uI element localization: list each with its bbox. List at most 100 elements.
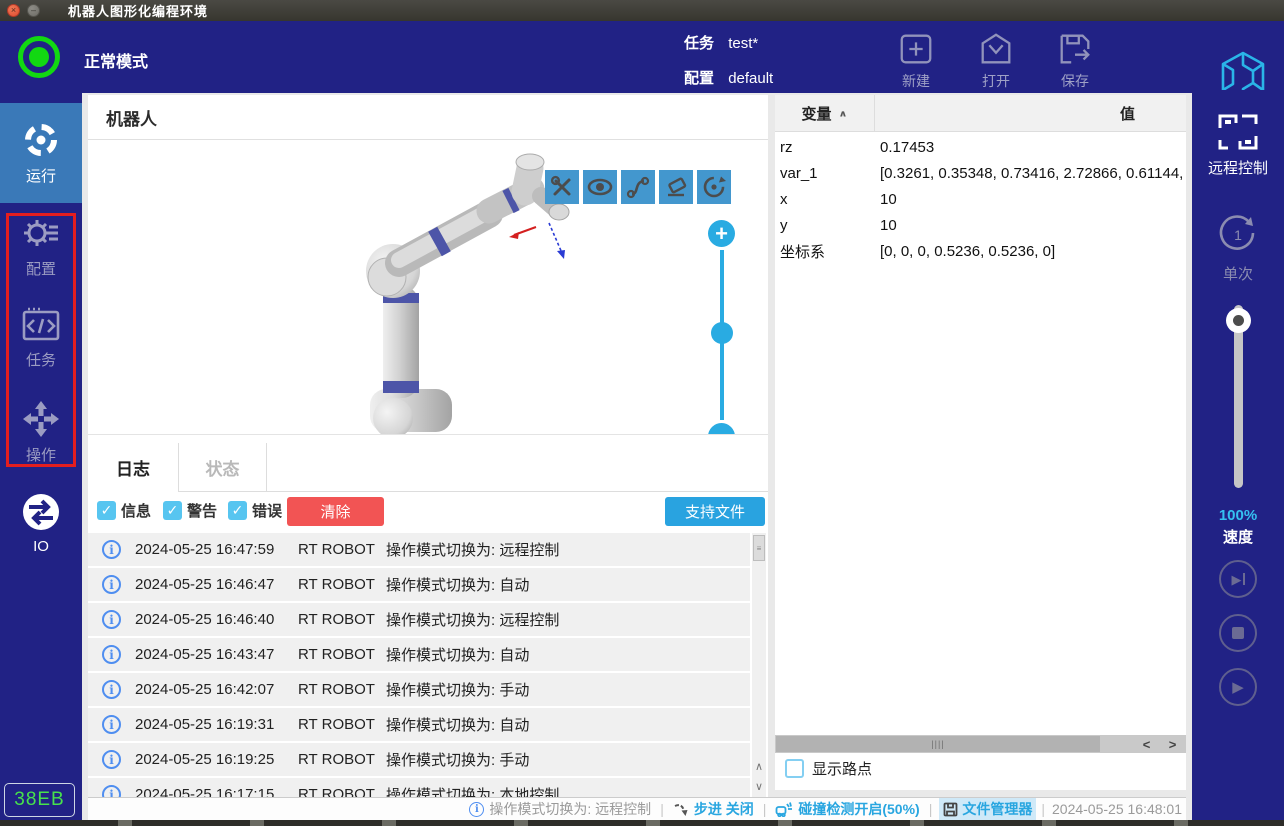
log-row[interactable]: i2024-05-25 16:47:59RT ROBOT操作模式切换为: 远程控… <box>88 533 750 566</box>
speed-slider-handle[interactable] <box>1226 308 1251 333</box>
play-button[interactable]: ▶ <box>1219 668 1257 706</box>
io-icon <box>21 492 61 532</box>
log-time: 2024-05-25 16:47:59 <box>135 541 298 558</box>
status-mode-message: i 操作模式切换为: 远程控制 <box>469 799 651 819</box>
info-icon: i <box>102 645 121 664</box>
play-icon: ▶ <box>1232 680 1244 695</box>
info-icon: i <box>469 802 484 817</box>
filter-error-checkbox[interactable]: ✓ 错误 <box>228 500 282 521</box>
log-row[interactable]: i2024-05-25 16:43:47RT ROBOT操作模式切换为: 自动 <box>88 638 750 671</box>
main-panel: 机器人 <box>88 95 768 797</box>
tools-icon[interactable] <box>545 170 579 204</box>
minimize-icon[interactable]: – <box>27 4 40 17</box>
log-row[interactable]: i2024-05-25 16:19:31RT ROBOT操作模式切换为: 自动 <box>88 708 750 741</box>
log-scrollbar[interactable]: ≡ ∧ ∨ <box>752 533 766 797</box>
log-row[interactable]: i2024-05-25 16:46:47RT ROBOT操作模式切换为: 自动 <box>88 568 750 601</box>
variable-row[interactable]: 坐标系[0, 0, 0, 0.5236, 0.5236, 0] <box>775 238 1186 264</box>
step-icon <box>673 802 689 817</box>
zoom-in-button[interactable]: + <box>708 220 735 247</box>
window-titlebar: × – 机器人图形化编程环境 <box>0 0 1284 21</box>
log-row[interactable]: i2024-05-25 16:19:25RT ROBOT操作模式切换为: 手动 <box>88 743 750 776</box>
save-file-icon <box>1056 29 1094 69</box>
collision-icon <box>775 801 793 817</box>
desktop-taskbar-strip <box>0 820 1284 826</box>
info-icon: i <box>102 785 121 797</box>
log-tabstrip: 日志 状态 <box>88 443 768 492</box>
eraser-icon[interactable] <box>659 170 693 204</box>
log-source: RT ROBOT <box>298 541 386 558</box>
task-field: 任务 test* <box>684 32 758 53</box>
sidebar-item-operate[interactable]: 操作 <box>0 400 82 465</box>
checkbox-empty-icon <box>785 759 804 778</box>
variable-value: 10 <box>880 191 897 208</box>
log-time: 2024-05-25 16:17:15 <box>135 786 298 797</box>
log-source: RT ROBOT <box>298 751 386 768</box>
robot-panel-header: 机器人 <box>88 95 768 140</box>
log-message: 操作模式切换为: 远程控制 <box>386 539 559 560</box>
variable-row[interactable]: y10 <box>775 212 1186 238</box>
log-time: 2024-05-25 16:42:07 <box>135 681 298 698</box>
sidebar-item-task[interactable]: 任务 <box>0 307 82 370</box>
log-source: RT ROBOT <box>298 681 386 698</box>
scroll-up-icon[interactable]: ∧ <box>752 757 766 776</box>
log-message: 操作模式切换为: 自动 <box>386 714 529 735</box>
zoom-slider-handle[interactable] <box>711 322 733 344</box>
robot-panel-title: 机器人 <box>106 105 157 130</box>
log-source: RT ROBOT <box>298 611 386 628</box>
single-run-button[interactable]: 1 单次 <box>1192 212 1284 284</box>
variables-hscrollbar[interactable]: |||| < > <box>775 735 1186 753</box>
filter-warning-checkbox[interactable]: ✓ 警告 <box>163 500 217 521</box>
tab-log[interactable]: 日志 <box>88 443 179 492</box>
variable-column-header[interactable]: 变量 ∧ <box>775 95 875 132</box>
variable-value: 10 <box>880 217 897 234</box>
step-next-button[interactable]: ▶ <box>1219 560 1257 598</box>
filter-info-checkbox[interactable]: ✓ 信息 <box>97 500 151 521</box>
scrollbar-thumb[interactable]: ≡ <box>753 535 765 561</box>
sidebar-item-run[interactable]: 运行 <box>0 103 82 203</box>
hscrollbar-thumb[interactable]: |||| <box>776 736 1100 752</box>
sidebar-item-config[interactable]: 配置 <box>0 214 82 279</box>
config-field: 配置 default <box>684 67 773 88</box>
log-row[interactable]: i2024-05-25 16:17:15RT ROBOT操作模式切换为: 本地控… <box>88 778 750 797</box>
info-icon: i <box>102 715 121 734</box>
scroll-left-icon[interactable]: < <box>1134 735 1159 753</box>
log-row[interactable]: i 2024-05-25 16:46:40RT ROBOT操作模式切换为: 远程控… <box>88 603 750 636</box>
show-waypoints-checkbox[interactable]: 显示路点 <box>785 758 872 779</box>
log-time: 2024-05-25 16:19:31 <box>135 716 298 733</box>
open-button[interactable]: 打开 <box>965 29 1027 91</box>
step-toggle[interactable]: 步进 关闭 <box>673 799 754 819</box>
close-icon[interactable]: × <box>7 4 20 17</box>
log-row[interactable]: i2024-05-25 16:42:07RT ROBOT操作模式切换为: 手动 <box>88 673 750 706</box>
log-message: 操作模式切换为: 本地控制 <box>386 784 559 797</box>
variable-row[interactable]: x10 <box>775 186 1186 212</box>
file-manager-button[interactable]: 文件管理器 <box>939 798 1036 820</box>
speed-value: 100% <box>1192 507 1284 524</box>
collision-toggle[interactable]: 碰撞检测开启(50%) <box>775 799 919 819</box>
tab-status[interactable]: 状态 <box>179 443 267 492</box>
variable-row[interactable]: var_1[0.3261, 0.35348, 0.73416, 2.72866,… <box>775 160 1186 186</box>
remote-control-button[interactable]: 远程控制 <box>1192 112 1284 178</box>
scroll-down-icon[interactable]: ∨ <box>752 777 766 796</box>
log-filterrow: ✓ 信息 ✓ 警告 ✓ 错误 清除 支持文件 <box>88 492 768 532</box>
gear-icon <box>21 214 61 252</box>
log-time: 2024-05-25 16:46:40 <box>135 611 298 628</box>
rotate-view-icon[interactable] <box>697 170 731 204</box>
path-icon[interactable] <box>621 170 655 204</box>
zoom-out-button[interactable]: − <box>708 423 735 435</box>
stop-button[interactable] <box>1219 614 1257 652</box>
info-icon: i <box>102 610 121 629</box>
sidebar-item-io[interactable]: IO <box>0 492 82 555</box>
scroll-right-icon[interactable]: > <box>1160 735 1185 753</box>
log-message: 操作模式切换为: 远程控制 <box>386 609 559 630</box>
clear-log-button[interactable]: 清除 <box>287 497 384 526</box>
support-files-button[interactable]: 支持文件 <box>665 497 765 526</box>
status-clock: 2024-05-25 16:48:01 <box>1052 801 1182 817</box>
save-button[interactable]: 保存 <box>1044 29 1106 91</box>
eye-icon[interactable] <box>583 170 617 204</box>
robot-3d-view[interactable]: + − <box>88 140 768 435</box>
variable-name: 坐标系 <box>775 241 880 262</box>
new-button[interactable]: 新建 <box>885 29 947 91</box>
stop-icon <box>1232 627 1244 639</box>
mode-label: 正常模式 <box>84 48 148 72</box>
variable-row[interactable]: rz0.17453 <box>775 134 1186 160</box>
